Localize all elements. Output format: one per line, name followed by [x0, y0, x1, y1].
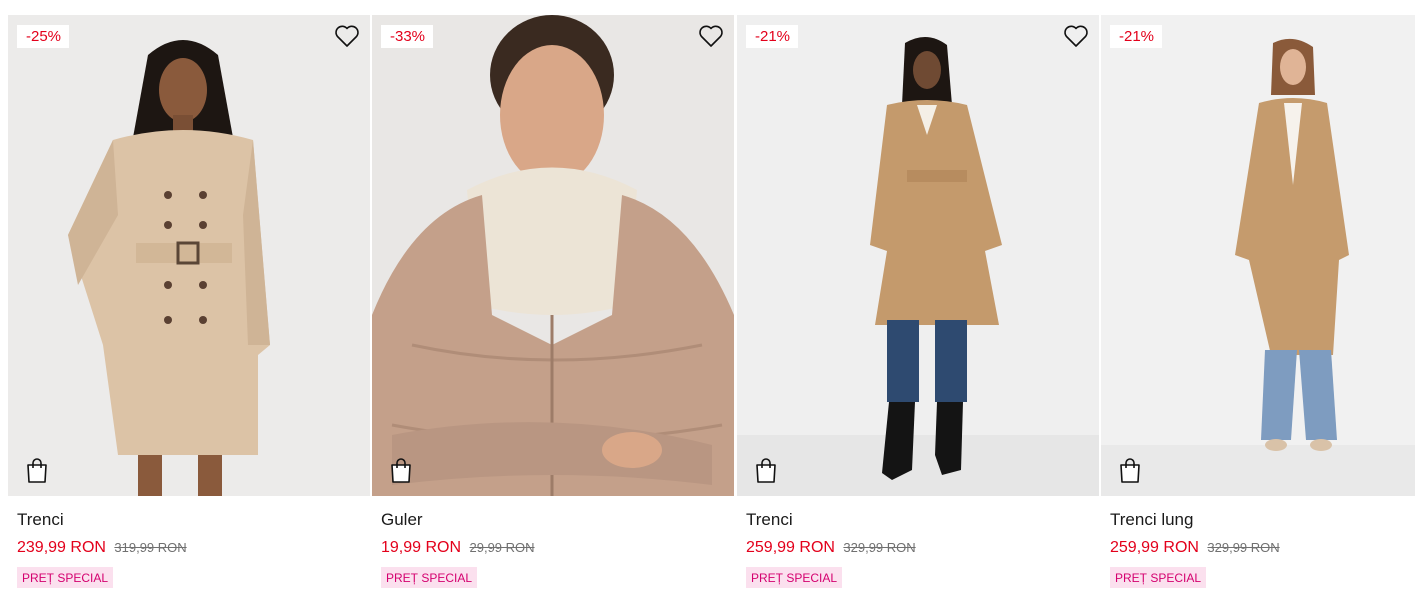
- product-name[interactable]: Trenci lung: [1110, 510, 1415, 530]
- special-price-tag: PREȚ SPECIAL: [1110, 567, 1207, 588]
- special-price-tag: PREȚ SPECIAL: [381, 567, 478, 588]
- heart-icon[interactable]: [1063, 24, 1089, 48]
- product-info: Trenci 239,99 RON 319,99 RON PREȚ SPECIA…: [8, 496, 370, 588]
- original-price: 329,99 RON: [843, 540, 916, 555]
- shopping-bag-icon[interactable]: [388, 456, 414, 484]
- special-price-tag: PREȚ SPECIAL: [746, 567, 843, 588]
- product-photo-trench-belted: [8, 15, 370, 496]
- product-grid: -25% Trenci 239,99 RON 319,99 RON PREȚ S…: [0, 0, 1415, 598]
- product-photo-trench-jeans: [737, 15, 1099, 496]
- heart-icon[interactable]: [334, 24, 360, 48]
- product-photo-long-trench: [1101, 15, 1415, 496]
- product-info: Trenci 259,99 RON 329,99 RON PREȚ SPECIA…: [737, 496, 1099, 588]
- price-row: 259,99 RON 329,99 RON: [746, 538, 1099, 558]
- discount-badge: -33%: [381, 25, 434, 48]
- product-image[interactable]: -33%: [372, 15, 734, 496]
- heart-icon[interactable]: [698, 24, 724, 48]
- product-image[interactable]: -21%: [1101, 15, 1415, 496]
- product-image[interactable]: -25%: [8, 15, 370, 496]
- original-price: 319,99 RON: [114, 540, 187, 555]
- discount-badge: -21%: [746, 25, 799, 48]
- original-price: 29,99 RON: [469, 540, 535, 555]
- product-card[interactable]: -21% Trenci 259,99 RON 329,99 RON PREȚ S…: [737, 15, 1099, 598]
- product-name[interactable]: Trenci: [17, 510, 370, 530]
- price-row: 19,99 RON 29,99 RON: [381, 538, 734, 558]
- shopping-bag-icon[interactable]: [24, 456, 50, 484]
- product-card[interactable]: -21% Trenci lung 259,99 RON 329,99 RON P…: [1101, 15, 1415, 598]
- sale-price: 259,99 RON: [746, 539, 835, 556]
- product-info: Guler 19,99 RON 29,99 RON PREȚ SPECIAL: [372, 496, 734, 588]
- product-card[interactable]: -33% Guler 19,99 RON 29,99 RON PREȚ SPEC…: [372, 15, 734, 598]
- original-price: 329,99 RON: [1207, 540, 1280, 555]
- price-row: 239,99 RON 319,99 RON: [17, 538, 370, 558]
- sale-price: 239,99 RON: [17, 539, 106, 556]
- special-price-tag: PREȚ SPECIAL: [17, 567, 114, 588]
- product-name[interactable]: Trenci: [746, 510, 1099, 530]
- shopping-bag-icon[interactable]: [753, 456, 779, 484]
- discount-badge: -25%: [17, 25, 70, 48]
- product-name[interactable]: Guler: [381, 510, 734, 530]
- product-photo-puffer-collar: [372, 15, 734, 496]
- product-card[interactable]: -25% Trenci 239,99 RON 319,99 RON PREȚ S…: [8, 15, 370, 598]
- price-row: 259,99 RON 329,99 RON: [1110, 538, 1415, 558]
- product-info: Trenci lung 259,99 RON 329,99 RON PREȚ S…: [1101, 496, 1415, 588]
- discount-badge: -21%: [1110, 25, 1163, 48]
- shopping-bag-icon[interactable]: [1117, 456, 1143, 484]
- sale-price: 259,99 RON: [1110, 539, 1199, 556]
- product-image[interactable]: -21%: [737, 15, 1099, 496]
- sale-price: 19,99 RON: [381, 539, 462, 556]
